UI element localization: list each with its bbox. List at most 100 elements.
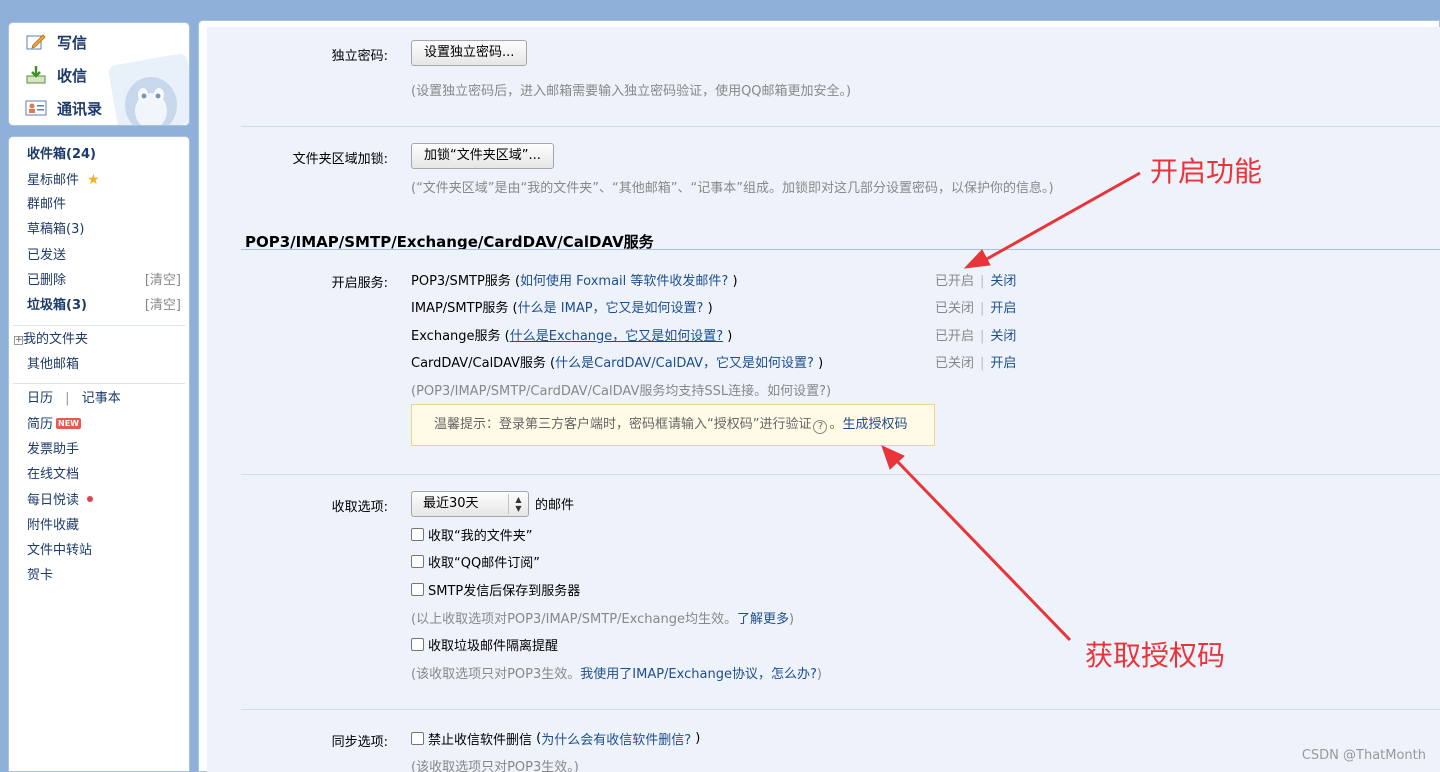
enable-imap-link[interactable]: 开启	[990, 301, 1016, 316]
disable-exchange-link[interactable]: 关闭	[990, 329, 1016, 344]
expand-plus-icon[interactable]: +	[14, 336, 23, 345]
checkbox-box[interactable]	[411, 638, 424, 651]
nav-sent[interactable]: 已发送	[27, 246, 66, 266]
help-question-icon[interactable]: ?	[813, 420, 828, 434]
paren-close: )	[813, 356, 824, 371]
service-name: Exchange服务	[411, 329, 501, 344]
nav-starred[interactable]: 星标邮件 ★	[27, 170, 100, 190]
select-arrows-icon: ▲ ▼	[508, 494, 528, 514]
receive-suffix: 的邮件	[535, 498, 575, 513]
receive-hint-close: )	[788, 612, 795, 627]
set-independent-password-button[interactable]: 设置独立密码...	[411, 40, 528, 66]
nav-daily-read-label: 每日悦读	[27, 493, 80, 508]
nav-daily-read[interactable]: 每日悦读	[27, 491, 94, 511]
new-badge: NEW	[56, 418, 81, 429]
checkbox-box[interactable]	[411, 555, 424, 568]
spam-quarantine-checkbox[interactable]: 收取垃圾邮件隔离提醒	[411, 635, 558, 654]
checkbox-label: 收取“我的文件夹”	[428, 529, 533, 544]
quick-actions-panel: 写信 收信 通讯录	[8, 22, 190, 126]
settings-content: 独立密码: 设置独立密码... (设置独立密码后，进入邮箱需要输入独立密码验证，…	[207, 27, 1440, 772]
nav-notebook[interactable]: 记事本	[82, 391, 121, 406]
pencil-icon	[25, 32, 47, 52]
service-name: POP3/SMTP服务	[411, 274, 511, 289]
service-exchange: Exchange服务 (什么是Exchange，它又是如何设置? )	[411, 325, 732, 344]
service-carddav-caldav: CardDAV/CalDAV服务 (什么是CardDAV/CalDAV，它又是如…	[411, 352, 823, 371]
paren-open: (	[500, 329, 510, 344]
paren-close: )	[703, 301, 713, 316]
nav-file-transfer[interactable]: 文件中转站	[27, 541, 92, 561]
paren-open: (	[545, 356, 556, 371]
service-state: 已关闭	[935, 301, 975, 316]
enable-services-label: 开启服务:	[331, 276, 388, 291]
paren-open: (	[510, 274, 521, 289]
generate-auth-code-link[interactable]: 生成授权码	[843, 417, 908, 432]
top-bar	[0, 0, 1440, 16]
checkbox-label: SMTP发信后保存到服务器	[428, 584, 581, 599]
folder-nav: 收件箱(24) 星标邮件 ★ 群邮件 草稿箱(3) 已发送 已删除 [清空] 垃…	[8, 136, 190, 772]
annotation-enable-feature: 开启功能	[1150, 155, 1263, 188]
receive-period-select[interactable]: 最近30天 ▲ ▼	[411, 491, 529, 517]
clear-deleted-link[interactable]: [清空]	[145, 271, 181, 291]
nav-calendar[interactable]: 日历	[27, 391, 53, 406]
divider	[13, 325, 185, 326]
nav-cards[interactable]: 贺卡	[27, 566, 53, 586]
smtp-save-to-server-checkbox[interactable]: SMTP发信后保存到服务器	[411, 580, 580, 599]
enable-carddav-link[interactable]: 开启	[990, 356, 1016, 371]
receive-my-folders-checkbox[interactable]: 收取“我的文件夹”	[411, 525, 532, 544]
learn-more-link[interactable]: 了解更多	[737, 612, 789, 627]
why-delete-link[interactable]: 为什么会有收信软件删信?	[541, 729, 691, 748]
nav-group-mail[interactable]: 群邮件	[27, 195, 66, 215]
paren-close: )	[691, 731, 701, 746]
download-tray-icon	[25, 65, 47, 85]
nav-attachments[interactable]: 附件收藏	[27, 516, 79, 536]
receive-options-hint: (以上收取选项对POP3/IMAP/SMTP/Exchange均生效。了解更多)	[411, 608, 794, 627]
nav-invoice[interactable]: 发票助手	[27, 440, 79, 460]
nav-my-folders[interactable]: +我的文件夹	[14, 330, 88, 350]
checkbox-label: 禁止收信软件删信	[428, 733, 533, 748]
watermark: CSDN @ThatMonth	[1301, 748, 1426, 763]
ssl-setup-link[interactable]: 如何设置?	[767, 384, 826, 399]
settings-panel: 独立密码: 设置独立密码... (设置独立密码后，进入邮箱需要输入独立密码验证，…	[198, 20, 1440, 772]
service-state: 已关闭	[935, 356, 975, 371]
folder-lock-hint: (“文件夹区域”是由“我的文件夹”、“其他邮箱”、“记事本”组成。加锁即对这几部…	[411, 181, 1054, 196]
divider	[241, 474, 1440, 475]
service-status-imap: 已关闭 | 开启	[935, 297, 1016, 316]
service-help-link[interactable]: 什么是 IMAP，它又是如何设置?	[518, 301, 704, 316]
inbox-button[interactable]: 收信	[25, 64, 87, 86]
receive-qq-subscription-checkbox[interactable]: 收取“QQ邮件订阅”	[411, 552, 540, 571]
disable-pop3-link[interactable]: 关闭	[990, 274, 1016, 289]
compose-button[interactable]: 写信	[25, 31, 87, 53]
nav-inbox[interactable]: 收件箱(24)	[27, 145, 96, 165]
nav-calendar-notebook: 日历 | 记事本	[27, 389, 121, 409]
service-status-carddav: 已关闭 | 开启	[935, 352, 1016, 371]
nav-starred-label: 星标邮件	[27, 173, 80, 188]
lock-folder-area-button[interactable]: 加锁“文件夹区域”...	[411, 143, 554, 169]
nav-separator: |	[65, 391, 70, 406]
service-help-link[interactable]: 如何使用 Foxmail 等软件收发邮件?	[520, 274, 728, 289]
checkbox-label: 收取“QQ邮件订阅”	[428, 556, 540, 571]
checkbox-box[interactable]	[411, 732, 424, 745]
pop3-hint-close: )	[816, 667, 822, 682]
prevent-client-delete-checkbox[interactable]: 禁止收信软件删信 (为什么会有收信软件删信? )	[411, 729, 700, 748]
divider	[241, 126, 1440, 127]
checkbox-box[interactable]	[411, 528, 424, 541]
nav-online-docs[interactable]: 在线文档	[27, 465, 79, 485]
nav-spam[interactable]: 垃圾箱(3)	[27, 296, 87, 316]
receive-period-value: 最近30天	[423, 496, 479, 511]
nav-other-mailboxes[interactable]: 其他邮箱	[27, 355, 79, 375]
contacts-label: 通讯录	[57, 99, 103, 118]
contacts-button[interactable]: 通讯录	[25, 97, 102, 119]
service-help-link[interactable]: 什么是CardDAV/CalDAV，它又是如何设置?	[555, 356, 814, 371]
nav-resume-label: 简历	[27, 417, 54, 432]
service-name: IMAP/SMTP服务	[411, 301, 509, 316]
imap-exchange-help-link[interactable]: 我使用了IMAP/Exchange协议，怎么办?	[580, 667, 817, 682]
clear-spam-link[interactable]: [清空]	[145, 296, 181, 316]
nav-resume[interactable]: 简历 NEW	[27, 415, 81, 435]
contact-card-icon	[25, 98, 47, 118]
nav-drafts[interactable]: 草稿箱(3)	[27, 220, 84, 240]
service-pop3-smtp: POP3/SMTP服务 (如何使用 Foxmail 等软件收发邮件? )	[411, 270, 738, 289]
service-help-link[interactable]: 什么是Exchange，它又是如何设置?	[510, 329, 723, 344]
checkbox-box[interactable]	[411, 583, 424, 596]
nav-deleted[interactable]: 已删除	[27, 271, 66, 291]
folder-lock-label: 文件夹区域加锁:	[292, 152, 388, 167]
